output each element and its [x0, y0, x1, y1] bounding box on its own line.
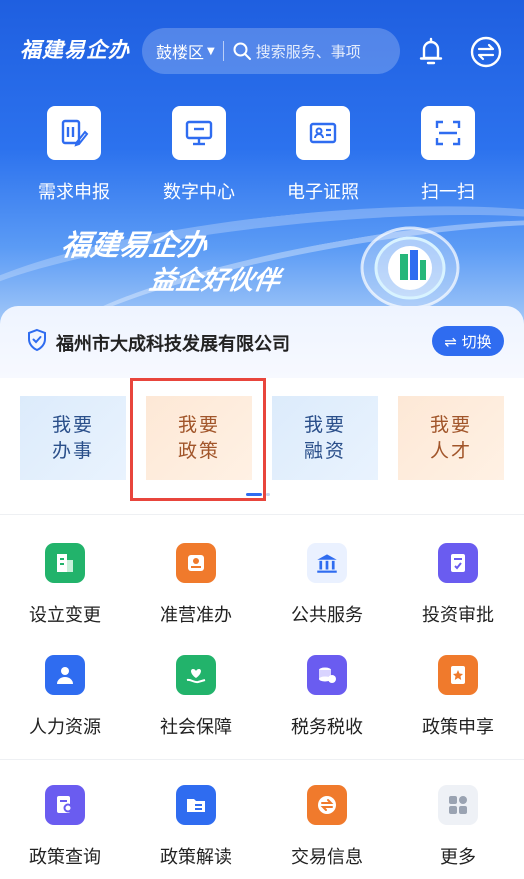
service-social-security[interactable]: 社会保障 [131, 655, 261, 739]
switch-company-button[interactable]: ⇌ 切换 [432, 326, 504, 356]
service-label: 税务税收 [291, 717, 363, 738]
service-policy-query[interactable]: 政策查询 [0, 785, 130, 869]
caret-down-icon: ▼ [207, 45, 215, 57]
carousel-dot [266, 493, 270, 496]
person-icon [45, 655, 85, 695]
search-icon [233, 42, 251, 60]
want-card-line: 办事 [51, 440, 94, 462]
want-card-line: 融资 [303, 440, 346, 462]
service-label: 准营准办 [160, 605, 232, 626]
want-card-line: 我要 [429, 414, 472, 436]
id-card-icon [296, 106, 350, 160]
want-card-financing[interactable]: 我要 融资 [272, 396, 378, 480]
want-card-line: 我要 [303, 414, 346, 436]
switch-account-icon[interactable] [469, 35, 503, 69]
service-label: 政策查询 [29, 847, 101, 868]
company-name: 福州市大成科技发展有限公司 [56, 334, 290, 355]
hero-banner: 福建易企办 鼓楼区 ▼ 搜索服务、事项 需求申报 数字中心 电子证照 扫一扫 福… [0, 0, 524, 330]
star-doc-icon [438, 655, 478, 695]
approval-doc-icon [438, 543, 478, 583]
tax-coins-icon [307, 655, 347, 695]
service-policy-enjoy[interactable]: 政策申享 [393, 655, 523, 739]
building-globe-icon [360, 226, 460, 310]
service-label: 政策申享 [422, 717, 494, 738]
building-icon [45, 543, 85, 583]
doc-search-icon [45, 785, 85, 825]
service-label: 政策解读 [160, 847, 232, 868]
search-input[interactable]: 搜索服务、事项 [256, 41, 361, 62]
service-label: 社会保障 [160, 717, 232, 738]
district-selector[interactable]: 鼓楼区 ▼ [142, 39, 215, 63]
service-setup-change[interactable]: 设立变更 [0, 543, 130, 627]
service-grid: 设立变更 准营准办 公共服务 投资审批 人力资源 社会保障 税务税收 政策申享 … [0, 514, 524, 879]
bank-icon [307, 543, 347, 583]
service-investment-approval[interactable]: 投资审批 [393, 543, 523, 627]
want-card-line: 人才 [429, 440, 472, 462]
service-public[interactable]: 公共服务 [262, 543, 392, 627]
heart-hand-icon [176, 655, 216, 695]
quick-action-label: 电子证照 [287, 182, 359, 203]
want-card-talent[interactable]: 我要 人才 [398, 396, 504, 480]
document-edit-icon [47, 106, 101, 160]
app-brand: 福建易企办 [20, 37, 130, 62]
service-tax[interactable]: 税务税收 [262, 655, 392, 739]
folder-doc-icon [176, 785, 216, 825]
district-label: 鼓楼区 [156, 43, 205, 62]
quick-action-digital-center[interactable]: 数字中心 [144, 106, 254, 204]
service-label: 投资审批 [422, 605, 494, 626]
carousel-indicator [246, 493, 270, 496]
company-card: 福州市大成科技发展有限公司 ⇌ 切换 [0, 306, 524, 378]
want-card-affairs[interactable]: 我要 办事 [20, 396, 126, 480]
search-bar[interactable]: 鼓楼区 ▼ 搜索服务、事项 [142, 28, 400, 74]
shield-check-icon [28, 328, 46, 352]
stamp-icon [176, 543, 216, 583]
service-label: 公共服务 [291, 605, 363, 626]
want-carousel: 我要 办事 我要 政策 我要 融资 我要 人才 [0, 378, 524, 514]
top-bar: 福建易企办 鼓楼区 ▼ 搜索服务、事项 [0, 28, 524, 74]
service-label: 设立变更 [29, 605, 101, 626]
service-more[interactable]: 更多 [393, 785, 523, 869]
quick-action-label: 需求申报 [38, 182, 110, 203]
quick-action-demand[interactable]: 需求申报 [19, 106, 129, 204]
row-divider [0, 759, 524, 760]
service-policy-interpretation[interactable]: 政策解读 [131, 785, 261, 869]
carousel-dot-active [246, 493, 262, 496]
want-card-line: 我要 [51, 414, 94, 436]
quick-action-scan[interactable]: 扫一扫 [393, 106, 503, 204]
divider [222, 41, 224, 61]
service-trade-info[interactable]: 交易信息 [262, 785, 392, 869]
banner-slogan: 福建易企办 [59, 228, 210, 262]
service-label: 人力资源 [29, 717, 101, 738]
service-label: 更多 [440, 847, 476, 868]
quick-action-label: 数字中心 [163, 182, 235, 203]
service-business-permit[interactable]: 准营准办 [131, 543, 261, 627]
service-label: 交易信息 [291, 847, 363, 868]
service-hr[interactable]: 人力资源 [0, 655, 130, 739]
banner-slogan: 益企好伙伴 [147, 266, 282, 296]
more-grid-icon [438, 785, 478, 825]
quick-action-e-license[interactable]: 电子证照 [268, 106, 378, 204]
exchange-icon [307, 785, 347, 825]
highlight-box [130, 378, 266, 501]
bell-icon[interactable] [414, 34, 448, 68]
quick-action-label: 扫一扫 [421, 182, 475, 203]
monitor-icon [172, 106, 226, 160]
scan-icon [421, 106, 475, 160]
